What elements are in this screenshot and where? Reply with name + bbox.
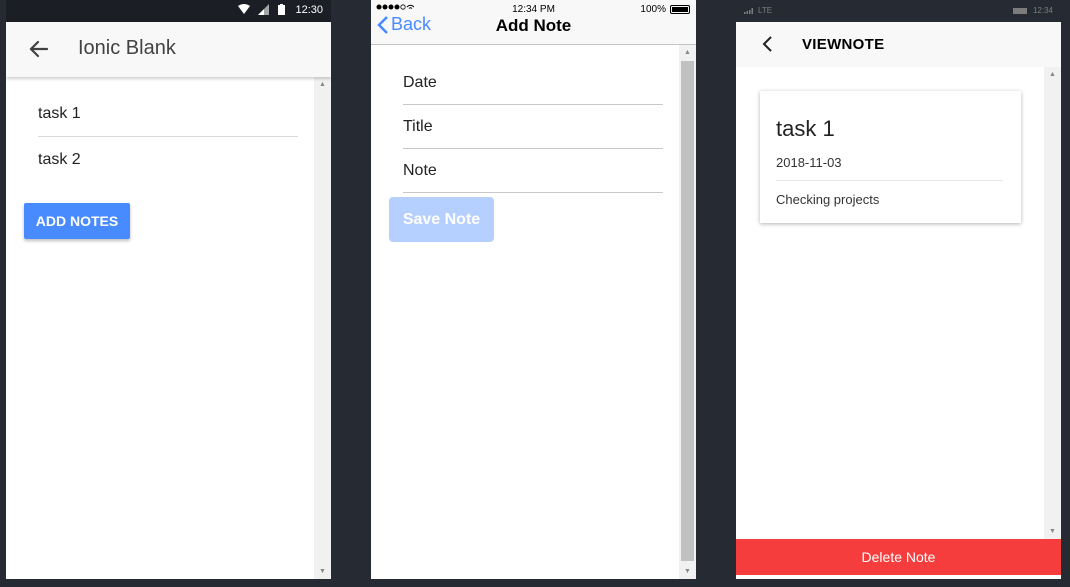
task-list: task 1 task 2 ADD NOTES — [6, 77, 314, 579]
list-item[interactable]: task 1 — [38, 105, 298, 137]
toolbar: Ionic Blank — [6, 22, 331, 77]
scrollbar[interactable]: ▲ ▼ — [314, 77, 331, 579]
delete-note-button[interactable]: Delete Note — [736, 539, 1061, 575]
signal-icon — [744, 7, 753, 16]
toolbar: VIEWNOTE — [736, 22, 1061, 67]
scrollbar[interactable]: ▲ ▼ — [679, 45, 696, 579]
status-bar: 12:30 — [6, 0, 331, 22]
page-title: Ionic Blank — [78, 37, 176, 59]
network-type: LTE — [758, 6, 773, 15]
battery-icon — [670, 5, 690, 14]
page-title: VIEWNOTE — [802, 36, 885, 53]
page-title: Add Note — [495, 16, 572, 35]
android-screen: 12:30 Ionic Blank task 1 task 2 ADD NOTE… — [6, 0, 331, 579]
save-note-button[interactable]: Save Note — [389, 197, 494, 242]
ios-screen: 12:34 PM 100% Back Add Note Date Title N… — [371, 0, 696, 579]
scroll-thumb[interactable] — [681, 61, 694, 561]
note-title: task 1 — [776, 116, 835, 141]
signal-icon — [258, 4, 269, 18]
chevron-left-icon[interactable] — [760, 35, 776, 53]
windows-screen: LTE 12:34 VIEWNOTE task 1 2018-11-03 Che… — [736, 0, 1061, 579]
battery-icon — [1013, 8, 1027, 14]
scroll-down-icon[interactable]: ▼ — [679, 568, 696, 575]
note-card: task 1 2018-11-03 Checking projects — [760, 91, 1021, 223]
note-detail: task 1 2018-11-03 Checking projects — [736, 67, 1044, 539]
scrollbar[interactable]: ▲ ▼ — [1044, 67, 1061, 539]
divider — [776, 180, 1003, 181]
list-item[interactable]: task 2 — [38, 151, 298, 183]
date-field[interactable]: Date — [403, 61, 663, 105]
scroll-up-icon[interactable]: ▲ — [1044, 71, 1061, 78]
title-field[interactable]: Title — [403, 105, 663, 149]
note-form: Date Title Note Save Note — [371, 45, 679, 579]
status-bar: LTE 12:34 — [736, 0, 1061, 22]
battery-percent: 100% — [640, 4, 666, 15]
scroll-up-icon[interactable]: ▲ — [314, 81, 331, 88]
status-time: 12:30 — [295, 4, 323, 16]
scroll-up-icon[interactable]: ▲ — [679, 49, 696, 56]
battery-icon — [278, 4, 285, 18]
status-time: 12:34 — [1032, 6, 1053, 15]
scroll-down-icon[interactable]: ▼ — [314, 568, 331, 575]
scroll-down-icon[interactable]: ▼ — [1044, 528, 1061, 535]
note-date: 2018-11-03 — [776, 155, 842, 170]
note-field[interactable]: Note — [403, 149, 663, 193]
arrow-left-icon[interactable] — [26, 36, 52, 62]
wifi-icon — [238, 4, 250, 18]
navbar: Back Add Note — [371, 14, 696, 45]
add-notes-button[interactable]: ADD NOTES — [24, 203, 130, 239]
note-body: Checking projects — [776, 192, 880, 207]
